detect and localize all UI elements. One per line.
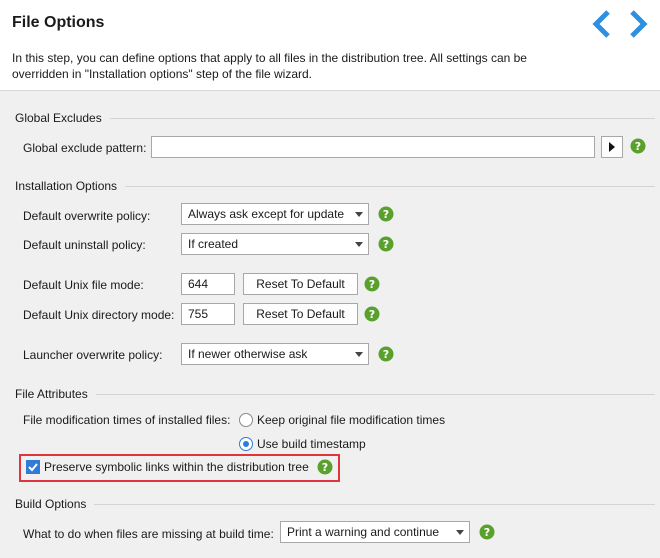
help-icon[interactable]: ? (364, 306, 380, 322)
reset-file-mode-button[interactable]: Reset To Default (243, 273, 358, 295)
svg-text:?: ? (369, 308, 375, 321)
reset-directory-mode-button[interactable]: Reset To Default (243, 303, 358, 325)
uninstall-policy-select[interactable]: If created (181, 233, 369, 255)
help-icon[interactable]: ? (630, 138, 646, 154)
page-description: In this step, you can define options tha… (12, 51, 527, 81)
back-arrow-icon[interactable] (590, 8, 614, 40)
launcher-overwrite-policy-select[interactable]: If newer otherwise ask (181, 343, 369, 365)
forward-arrow-icon[interactable] (626, 8, 650, 40)
help-icon[interactable]: ? (479, 524, 495, 540)
page-title: File Options (12, 14, 105, 31)
preserve-symlinks-label[interactable]: Preserve symbolic links within the distr… (44, 460, 309, 474)
help-icon[interactable]: ? (317, 459, 333, 475)
svg-text:?: ? (383, 238, 389, 251)
overwrite-policy-select[interactable]: Always ask except for update (181, 203, 369, 225)
dropdown-arrow-icon (355, 212, 363, 217)
launcher-overwrite-policy-label: Launcher overwrite policy: (23, 348, 163, 362)
dropdown-arrow-icon (456, 530, 464, 535)
radio-keep-original-times[interactable] (239, 413, 253, 427)
section-build-options: Build Options (15, 497, 655, 511)
svg-text:?: ? (322, 461, 328, 474)
radio-use-build-timestamp[interactable] (239, 437, 253, 451)
global-exclude-pattern-input[interactable] (151, 136, 595, 158)
header: File Options In this step, you can defin… (0, 0, 660, 91)
uninstall-policy-label: Default uninstall policy: (23, 238, 146, 252)
missing-files-select[interactable]: Print a warning and continue (280, 521, 470, 543)
svg-text:?: ? (383, 348, 389, 361)
help-icon[interactable]: ? (364, 276, 380, 292)
radio-use-build-timestamp-label[interactable]: Use build timestamp (257, 437, 366, 451)
help-icon[interactable]: ? (378, 236, 394, 252)
unix-file-mode-label: Default Unix file mode: (23, 278, 144, 292)
section-file-attributes: File Attributes (15, 387, 655, 401)
svg-text:?: ? (635, 140, 641, 153)
dropdown-arrow-icon (355, 242, 363, 247)
overwrite-policy-label: Default overwrite policy: (23, 209, 151, 223)
svg-text:?: ? (369, 278, 375, 291)
missing-files-label: What to do when files are missing at bui… (23, 527, 274, 541)
help-icon[interactable]: ? (378, 346, 394, 362)
unix-directory-mode-label: Default Unix directory mode: (23, 308, 175, 322)
radio-keep-original-times-label[interactable]: Keep original file modification times (257, 413, 445, 427)
unix-file-mode-input[interactable]: 644 (181, 273, 235, 295)
help-icon[interactable]: ? (378, 206, 394, 222)
section-installation-options: Installation Options (15, 179, 655, 193)
svg-text:?: ? (484, 526, 490, 539)
dropdown-arrow-icon (355, 352, 363, 357)
global-exclude-pattern-label: Global exclude pattern: (23, 141, 147, 155)
play-arrow-icon (609, 142, 615, 152)
pattern-menu-button[interactable] (601, 136, 623, 158)
preserve-symlinks-checkbox[interactable] (26, 460, 40, 474)
checkmark-icon (28, 463, 38, 472)
modification-times-label: File modification times of installed fil… (23, 413, 231, 427)
svg-text:?: ? (383, 208, 389, 221)
unix-directory-mode-input[interactable]: 755 (181, 303, 235, 325)
section-global-excludes: Global Excludes (15, 111, 655, 125)
